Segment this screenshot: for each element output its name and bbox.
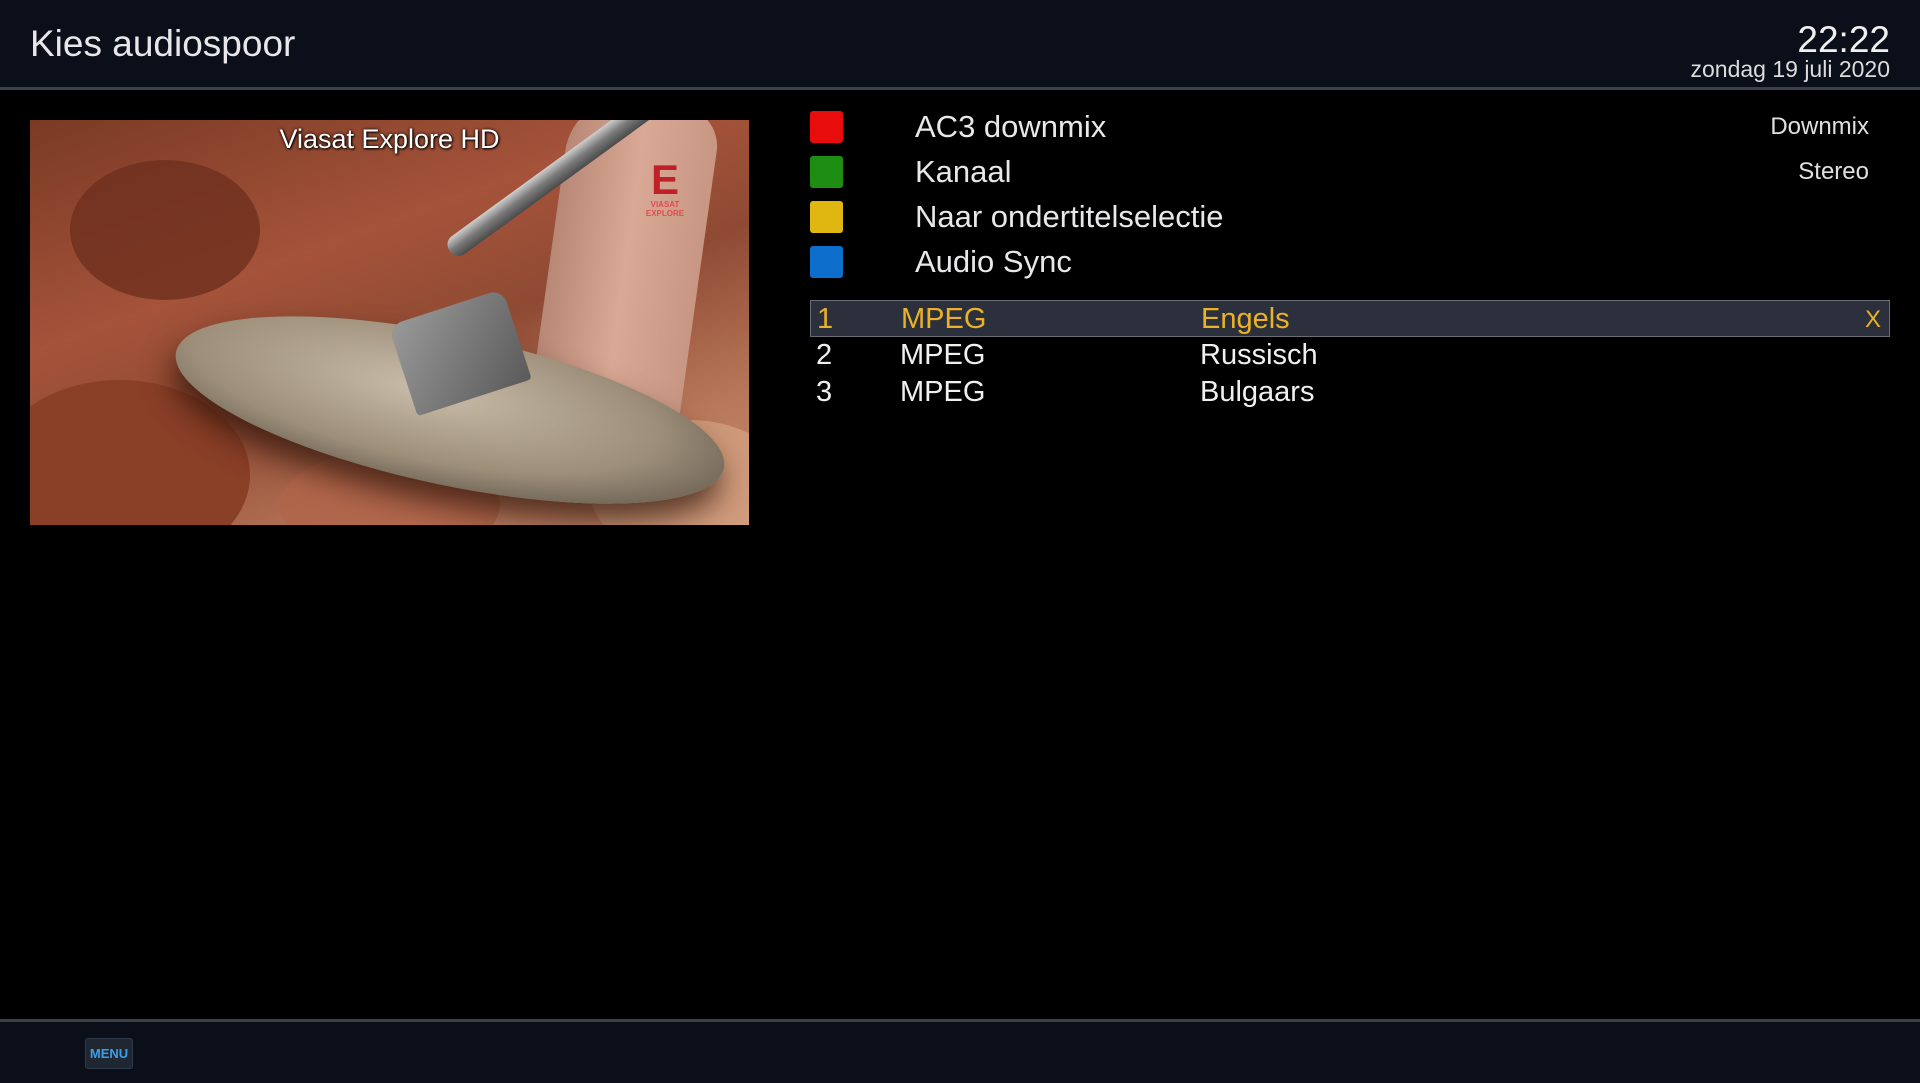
option-value: Stereo (1798, 158, 1869, 185)
preview-texture (70, 160, 260, 300)
yellow-key-icon (810, 201, 843, 233)
option-label: Audio Sync (915, 244, 1072, 279)
option-label: Kanaal (915, 154, 1012, 189)
track-codec: MPEG (900, 339, 986, 371)
track-number: 2 (816, 339, 833, 371)
blue-key-icon (810, 246, 843, 278)
track-number: 3 (816, 376, 833, 408)
track-language: Russisch (1200, 339, 1318, 371)
channel-logo-line2: EXPLORE (645, 209, 685, 218)
channel-logo-line1: VIASAT (650, 200, 680, 209)
audio-track-list: 1 MPEG Engels X 2 MPEG Russisch 3 MPEG B… (810, 300, 1890, 411)
option-label: AC3 downmix (915, 109, 1107, 144)
header-bar: Kies audiospoor 22:22 zondag 19 juli 202… (0, 0, 1920, 90)
active-track-mark: X (1864, 306, 1881, 333)
live-tv-preview: E VIASAT EXPLORE Viasat Explore HD (30, 120, 749, 525)
option-subtitle-selection[interactable]: Naar ondertitelselectie (810, 197, 1883, 242)
footer-bar: MENU (0, 1019, 1920, 1083)
track-number: 1 (817, 303, 834, 335)
channel-name: Viasat Explore HD (279, 124, 500, 154)
page-title: Kies audiospoor (30, 23, 296, 64)
menu-key-button[interactable]: MENU (85, 1038, 133, 1069)
audio-track-row[interactable]: 1 MPEG Engels X (810, 300, 1890, 337)
option-kanaal[interactable]: Kanaal Stereo (810, 152, 1883, 197)
clock-date: zondag 19 juli 2020 (1690, 56, 1891, 82)
color-key-options: AC3 downmix Downmix Kanaal Stereo Naar o… (810, 107, 1883, 287)
track-codec: MPEG (900, 376, 986, 408)
green-key-icon (810, 156, 843, 188)
channel-logo-mark: E (650, 156, 679, 203)
option-label: Naar ondertitelselectie (915, 199, 1224, 234)
track-language: Bulgaars (1200, 376, 1315, 408)
option-ac3-downmix[interactable]: AC3 downmix Downmix (810, 107, 1883, 152)
option-value: Downmix (1770, 113, 1869, 140)
track-codec: MPEG (901, 303, 987, 335)
audio-track-row[interactable]: 2 MPEG Russisch (810, 337, 1890, 374)
option-audio-sync[interactable]: Audio Sync (810, 242, 1883, 287)
track-language: Engels (1201, 303, 1290, 335)
red-key-icon (810, 111, 843, 143)
channel-logo: E VIASAT EXPLORE (642, 156, 688, 220)
audio-track-row[interactable]: 3 MPEG Bulgaars (810, 374, 1890, 411)
